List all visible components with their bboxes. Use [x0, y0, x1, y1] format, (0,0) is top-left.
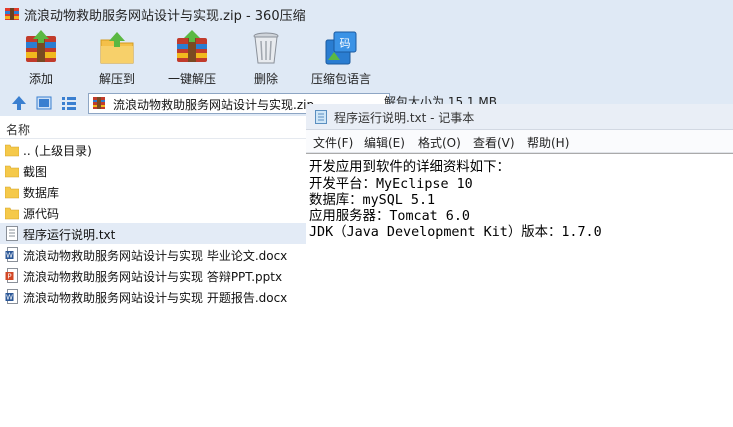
- list-item-label: 程序运行说明.txt: [23, 228, 116, 242]
- folder-icon: [5, 186, 19, 199]
- 360zip-app-icon: [5, 8, 19, 20]
- delete-button[interactable]: 删除: [240, 30, 292, 88]
- archive-language-button[interactable]: 码 压缩包语言: [308, 30, 374, 88]
- notepad-window: 程序运行说明.txt - 记事本 文件(F) 编辑(E) 格式(O) 查看(V)…: [306, 104, 733, 427]
- list-item-label: 流浪动物救助服务网站设计与实现 毕业论文.docx: [23, 249, 288, 263]
- list-item-docx-file[interactable]: W 流浪动物救助服务网站设计与实现 开题报告.docx: [0, 286, 306, 307]
- folder-icon: [5, 144, 19, 157]
- add-button[interactable]: 添加: [14, 30, 68, 88]
- list-item-parent-directory[interactable]: .. (上级目录): [0, 139, 306, 160]
- text-line: JDK（Java Development Kit）版本：1.7.0: [309, 225, 602, 240]
- folder-icon: [5, 207, 19, 220]
- list-item-docx-file[interactable]: W 流浪动物救助服务网站设计与实现 毕业论文.docx: [0, 244, 306, 265]
- list-item-label: .. (上级目录): [23, 144, 92, 158]
- zip-file-icon: [93, 97, 105, 109]
- up-arrow-icon[interactable]: [10, 94, 28, 112]
- extract-to-icon: [100, 32, 134, 64]
- add-archive-icon: [26, 30, 56, 62]
- one-click-extract-icon: [177, 30, 207, 62]
- notepad-title: 程序运行说明.txt - 记事本: [334, 111, 475, 125]
- list-item-label: 源代码: [23, 207, 60, 221]
- list-item-folder[interactable]: 源代码: [0, 202, 306, 223]
- delete-trash-icon: [253, 32, 279, 64]
- notepad-title-bar: 程序运行说明.txt - 记事本: [306, 104, 733, 130]
- svg-text:W: W: [6, 294, 13, 302]
- notepad-icon: [315, 110, 327, 124]
- add-button-label: 添加: [28, 72, 53, 86]
- word-document-icon: W: [5, 289, 18, 304]
- notepad-menu-bar: 文件(F) 编辑(E) 格式(O) 查看(V) 帮助(H): [306, 130, 733, 153]
- column-header-label: 名称: [6, 123, 31, 137]
- notepad-text-area[interactable]: 开发应用到软件的详细资料如下： 开发平台：MyEclipse 10 数据库：my…: [306, 153, 733, 427]
- svg-text:码: 码: [340, 37, 351, 50]
- list-item-label: 流浪动物救助服务网站设计与实现 开题报告.docx: [23, 291, 288, 305]
- list-view-icon[interactable]: [60, 94, 78, 112]
- list-item-label: 截图: [23, 165, 48, 179]
- text-file-icon: [6, 226, 18, 241]
- svg-text:W: W: [6, 252, 13, 260]
- menu-help[interactable]: 帮助(H): [527, 134, 569, 151]
- list-item-folder[interactable]: 数据库: [0, 181, 306, 202]
- list-item-label: 流浪动物救助服务网站设计与实现 答辩PPT.pptx: [23, 270, 283, 284]
- menu-view[interactable]: 查看(V): [473, 134, 515, 151]
- title-bar: 流浪动物救助服务网站设计与实现.zip - 360压缩: [0, 0, 733, 28]
- list-item-txt-file[interactable]: 程序运行说明.txt: [0, 223, 306, 244]
- delete-button-label: 删除: [253, 72, 278, 86]
- menu-file[interactable]: 文件(F): [313, 134, 353, 151]
- list-item-folder[interactable]: 截图: [0, 160, 306, 181]
- one-click-extract-button-label: 一键解压: [167, 72, 216, 86]
- extract-to-button[interactable]: 解压到: [90, 30, 144, 88]
- toolbar: 添加 解压到 一键解压 删除 码 压缩包语言: [0, 28, 733, 90]
- thumbnail-view-icon[interactable]: [35, 94, 53, 112]
- folder-icon: [5, 165, 19, 178]
- menu-format[interactable]: 格式(O): [418, 134, 461, 151]
- powerpoint-document-icon: P: [5, 268, 18, 283]
- column-header-name[interactable]: 名称: [0, 118, 306, 139]
- svg-text:P: P: [7, 273, 11, 281]
- archive-language-icon: 码: [325, 31, 357, 65]
- archive-language-button-label: 压缩包语言: [310, 72, 371, 86]
- file-list-panel: 名称 .. (上级目录) 截图 数据库 源代码 程序运行说明.txt W 流浪动…: [0, 116, 307, 426]
- path-text: 流浪动物救助服务网站设计与实现.zip: [113, 98, 315, 112]
- list-item-pptx-file[interactable]: P 流浪动物救助服务网站设计与实现 答辩PPT.pptx: [0, 265, 306, 286]
- menu-edit[interactable]: 编辑(E): [364, 134, 405, 151]
- extract-to-button-label: 解压到: [98, 72, 135, 86]
- one-click-extract-button[interactable]: 一键解压: [162, 30, 222, 88]
- window-title: 流浪动物救助服务网站设计与实现.zip - 360压缩: [24, 9, 306, 24]
- word-document-icon: W: [5, 247, 18, 262]
- list-item-label: 数据库: [23, 186, 60, 200]
